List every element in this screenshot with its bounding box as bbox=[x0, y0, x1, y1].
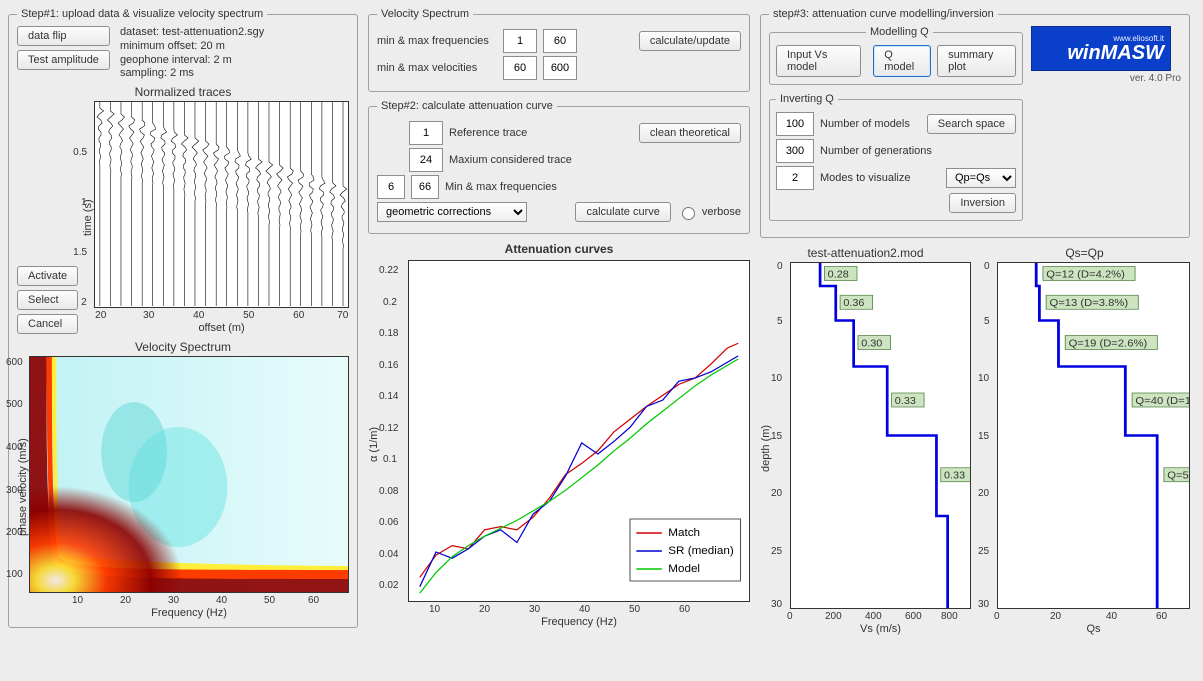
input-vs-model-button[interactable]: Input Vs model bbox=[776, 45, 861, 77]
svg-text:0.36: 0.36 bbox=[843, 299, 864, 310]
data-flip-button[interactable]: data flip bbox=[17, 26, 110, 46]
n-gen-input[interactable] bbox=[776, 139, 814, 163]
sampling-info: sampling: 2 ms bbox=[120, 67, 264, 81]
svg-text:Model: Model bbox=[668, 563, 700, 575]
svg-text:Q=12 (D=4.2%): Q=12 (D=4.2%) bbox=[1046, 269, 1125, 280]
n-models-label: Number of models bbox=[820, 118, 910, 130]
freq-range-label: Min & max frequencies bbox=[445, 181, 557, 193]
vel-label: min & max velocities bbox=[377, 62, 497, 74]
vs-model-ylabel: depth (m) bbox=[760, 262, 772, 635]
vel-max-input[interactable] bbox=[543, 56, 577, 80]
qs-model-title: Qs=Qp bbox=[979, 246, 1190, 260]
activate-button[interactable]: Activate bbox=[17, 266, 78, 286]
cancel-button[interactable]: Cancel bbox=[17, 314, 78, 334]
vs-model-xlabel: Vs (m/s) bbox=[790, 623, 971, 635]
svg-text:0.28: 0.28 bbox=[828, 270, 849, 281]
inversion-button[interactable]: Inversion bbox=[949, 193, 1016, 213]
normalized-traces-plot: 0.5 1 1.5 2 20 30 40 50 60 70 bbox=[94, 101, 349, 308]
velocity-spectrum-group: Velocity Spectrum min & max frequencies … bbox=[368, 8, 750, 92]
svg-text:Match: Match bbox=[668, 527, 700, 539]
traces-xlabel: offset (m) bbox=[94, 322, 349, 334]
search-space-button[interactable]: Search space bbox=[927, 114, 1016, 134]
velocity-spectrum-title: Velocity Spectrum bbox=[17, 340, 349, 354]
svg-text:SR (median): SR (median) bbox=[668, 545, 734, 557]
ref-trace-input[interactable] bbox=[409, 121, 443, 145]
min-offset-info: minimum offset: 20 m bbox=[120, 40, 264, 54]
vel-min-input[interactable] bbox=[503, 56, 537, 80]
step3-group: step#3: attenuation curve modelling/inve… bbox=[760, 8, 1190, 238]
n-gen-label: Number of generations bbox=[820, 145, 932, 157]
svg-text:Q=19 (D=2.6%): Q=19 (D=2.6%) bbox=[1069, 338, 1148, 349]
fmin-input[interactable] bbox=[377, 175, 405, 199]
calculate-curve-button[interactable]: calculate curve bbox=[575, 202, 670, 222]
step2-legend: Step#2: calculate attenuation curve bbox=[377, 100, 557, 112]
qs-model-plot: Q=12 (D=4.2%) Q=13 (D=3.8%) Q=19 (D=2.6%) Q… bbox=[997, 262, 1190, 609]
calculate-update-button[interactable]: calculate/update bbox=[639, 31, 741, 51]
fmax-input[interactable] bbox=[411, 175, 439, 199]
normalized-traces-title: Normalized traces bbox=[17, 85, 349, 99]
attenuation-plot: Match SR (median) Model 0.22 0.2 0.18 0.… bbox=[408, 260, 750, 602]
ref-trace-label: Reference trace bbox=[449, 127, 527, 139]
test-amplitude-button[interactable]: Test amplitude bbox=[17, 50, 110, 70]
attenuation-title: Attenuation curves bbox=[368, 242, 750, 256]
freq-max-input[interactable] bbox=[543, 29, 577, 53]
attenuation-legend-box: Match SR (median) Model bbox=[630, 519, 741, 581]
geometric-corrections-select[interactable]: geometric corrections bbox=[377, 202, 527, 222]
version-label: ver. 4.0 Pro bbox=[1031, 73, 1181, 84]
verbose-radio[interactable]: verbose bbox=[677, 204, 741, 220]
modes-input[interactable] bbox=[776, 166, 814, 190]
qpqs-select[interactable]: Qp=Qs bbox=[946, 168, 1016, 188]
modelling-q-legend: Modelling Q bbox=[866, 26, 933, 38]
velocity-spectrum-plot: 600 500 400 300 200 100 10 20 30 40 50 6… bbox=[29, 356, 349, 593]
vs-model-plot: 0.280.360.300.330.33 0 5 10 15 20 25 30 … bbox=[790, 262, 971, 609]
inverting-q-group: Inverting Q Number of models Search spac… bbox=[769, 93, 1023, 221]
q-model-button[interactable]: Q model bbox=[873, 45, 931, 77]
svg-text:0.33: 0.33 bbox=[944, 471, 965, 482]
velspec-legend: Velocity Spectrum bbox=[377, 8, 473, 20]
svg-text:0.30: 0.30 bbox=[861, 339, 882, 350]
atten-ylabel: α (1/m) bbox=[368, 260, 380, 628]
svg-text:Q=13 (D=3.8%): Q=13 (D=3.8%) bbox=[1049, 298, 1128, 309]
step3-legend: step#3: attenuation curve modelling/inve… bbox=[769, 8, 998, 20]
select-button[interactable]: Select bbox=[17, 290, 78, 310]
atten-xlabel: Frequency (Hz) bbox=[408, 616, 750, 628]
freq-label: min & max frequencies bbox=[377, 35, 497, 47]
max-trace-input[interactable] bbox=[409, 148, 443, 172]
svg-text:Q=40 (D=1.3%): Q=40 (D=1.3%) bbox=[1135, 396, 1189, 407]
vs-xlabel: Frequency (Hz) bbox=[29, 607, 349, 619]
clean-theoretical-button[interactable]: clean theoretical bbox=[639, 123, 741, 143]
n-models-input[interactable] bbox=[776, 112, 814, 136]
geophone-info: geophone interval: 2 m bbox=[120, 54, 264, 68]
vs-model-title: test-attenuation2.mod bbox=[760, 246, 971, 260]
freq-min-input[interactable] bbox=[503, 29, 537, 53]
step1-legend: Step#1: upload data & visualize velocity… bbox=[17, 8, 267, 20]
qs-model-xlabel: Qs bbox=[997, 623, 1190, 635]
dataset-info: dataset: test-attenuation2.sgy bbox=[120, 26, 264, 40]
modelling-q-group: Modelling Q Input Vs model Q model summa… bbox=[769, 26, 1023, 85]
step1-group: Step#1: upload data & visualize velocity… bbox=[8, 8, 358, 628]
inverting-q-legend: Inverting Q bbox=[776, 93, 838, 105]
step2-group: Step#2: calculate attenuation curve Refe… bbox=[368, 100, 750, 234]
summary-plot-button[interactable]: summary plot bbox=[937, 45, 1016, 77]
svg-text:0.33: 0.33 bbox=[895, 396, 916, 407]
max-trace-label: Maxium considered trace bbox=[449, 154, 572, 166]
modes-label: Modes to visualize bbox=[820, 172, 911, 184]
svg-text:Q=50 (D=1.0%): Q=50 (D=1.0%) bbox=[1167, 470, 1189, 481]
winmasw-logo: www.eliosoft.it winMASW bbox=[1031, 26, 1171, 71]
